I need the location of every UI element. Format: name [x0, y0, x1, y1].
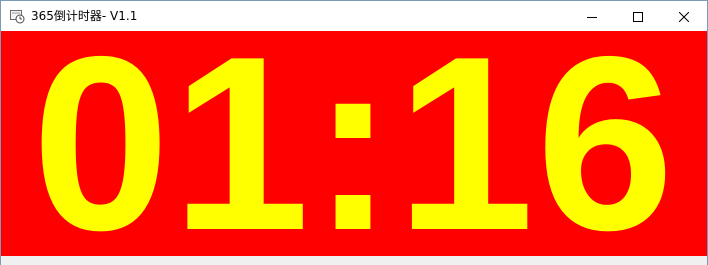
minimize-button[interactable]	[569, 1, 615, 31]
window-bottom-edge	[1, 256, 707, 265]
countdown-window: 365倒计时器- V1.1 01:16	[0, 0, 708, 265]
countdown-display: 01:16	[31, 31, 677, 256]
window-title: 365倒计时器- V1.1	[31, 9, 138, 23]
close-icon	[678, 7, 690, 26]
minimize-icon	[587, 7, 597, 26]
clock-app-icon	[9, 8, 25, 24]
timer-panel: 01:16	[1, 31, 707, 256]
maximize-button[interactable]	[615, 1, 661, 31]
close-button[interactable]	[661, 1, 707, 31]
title-bar[interactable]: 365倒计时器- V1.1	[1, 1, 707, 31]
maximize-icon	[633, 7, 643, 26]
